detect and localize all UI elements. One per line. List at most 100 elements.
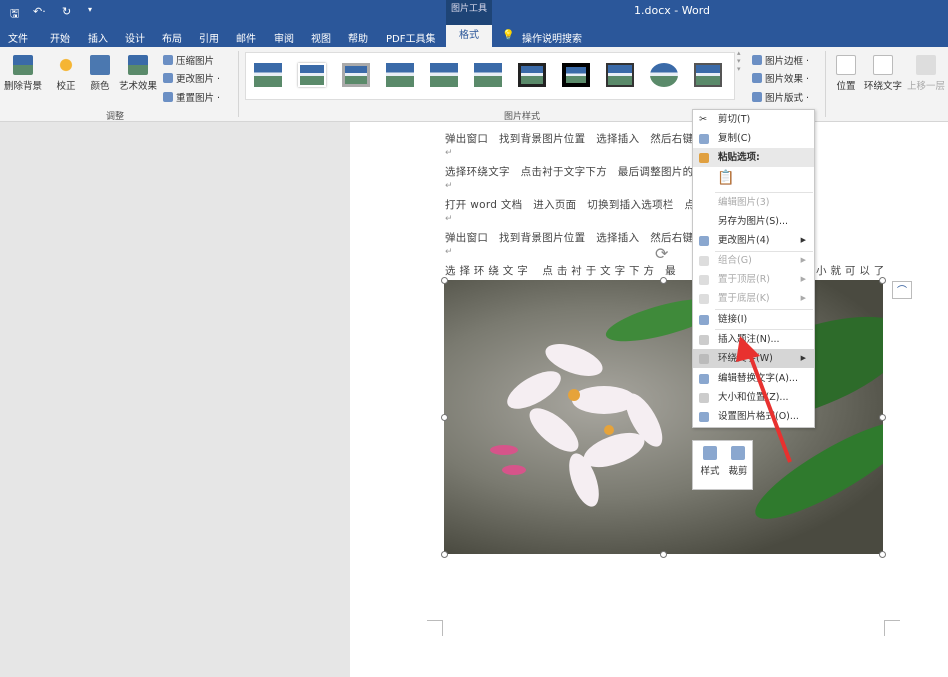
redo-icon[interactable]: ↻: [62, 5, 71, 18]
style-thumb[interactable]: [254, 63, 282, 87]
styles-group-label: 图片样式: [504, 112, 541, 122]
alt-text-icon: [699, 374, 709, 384]
remove-background-label: 删除背景: [3, 81, 42, 92]
resize-handle[interactable]: [441, 551, 448, 558]
mini-style-button[interactable]: 样式: [697, 446, 723, 477]
send-back-icon: [699, 294, 709, 304]
paragraph-mark: ↵: [445, 148, 453, 158]
customize-icon[interactable]: ▾: [88, 5, 92, 14]
tab-format[interactable]: 格式: [446, 25, 492, 47]
style-thumb[interactable]: [298, 63, 326, 87]
menu-label: 环绕文字(W): [718, 353, 773, 364]
picture-border-button[interactable]: 图片边框 ·: [752, 53, 809, 67]
position-icon: [836, 55, 856, 75]
layout-options-button[interactable]: ⌒: [892, 281, 912, 299]
tab-insert[interactable]: 插入: [88, 30, 108, 45]
tab-home[interactable]: 开始: [50, 30, 70, 45]
tab-mailings[interactable]: 邮件: [236, 30, 256, 45]
tab-review[interactable]: 审阅: [274, 30, 294, 45]
doc-line: 打开 word 文档 进入页面 切换到插入选项栏 点: [445, 199, 696, 211]
gallery-scroll[interactable]: ▴ ▾ ▾: [737, 49, 741, 73]
submenu-arrow-icon: ▶: [800, 294, 806, 302]
style-thumb[interactable]: [694, 63, 722, 87]
style-thumb[interactable]: [386, 63, 414, 87]
corrections-label: 校正: [56, 81, 76, 92]
resize-handle[interactable]: [879, 277, 886, 284]
picture-effects-button[interactable]: 图片效果 ·: [752, 71, 809, 85]
remove-background-button[interactable]: 删除背景: [2, 55, 44, 92]
paragraph-mark: ↵: [445, 214, 453, 224]
change-picture-icon: [699, 236, 709, 246]
change-picture-icon: [163, 73, 173, 83]
paste-keep-text-icon[interactable]: 📋: [717, 170, 734, 186]
flower-image[interactable]: [444, 280, 883, 554]
corrections-button[interactable]: 校正: [52, 55, 80, 92]
doc-line: 选 择 环 绕 文 字 点 击 衬 于 文 字 下 方 最: [445, 265, 676, 277]
artistic-effects-icon: [128, 55, 148, 75]
menu-item-group: 组合(G) ▶: [693, 251, 814, 270]
picture-layout-button[interactable]: 图片版式 ·: [752, 90, 809, 104]
artistic-effects-button[interactable]: 艺术效果: [116, 55, 160, 92]
picture-layout-label: 图片版式 ·: [765, 93, 810, 104]
tab-view[interactable]: 视图: [311, 30, 331, 45]
style-thumb[interactable]: [518, 63, 546, 87]
change-picture-button[interactable]: 更改图片 ·: [163, 71, 220, 85]
resize-handle[interactable]: [441, 277, 448, 284]
tab-layout[interactable]: 布局: [162, 30, 182, 45]
resize-handle[interactable]: [879, 551, 886, 558]
effects-icon: [752, 73, 762, 83]
menu-item-insert-caption[interactable]: 插入题注(N)...: [693, 330, 814, 349]
menu-paste-options-header: 粘贴选项:: [693, 148, 814, 167]
save-icon[interactable]: 🖫: [10, 5, 19, 24]
menu-item-wrap-text[interactable]: 环绕文字(W) ▶: [693, 349, 814, 368]
menu-label: 大小和位置(Z)...: [718, 392, 789, 403]
position-button[interactable]: 位置: [833, 55, 859, 92]
tab-file[interactable]: 文件: [8, 30, 28, 45]
menu-item-save-as-picture[interactable]: 另存为图片(S)...: [693, 212, 814, 231]
margin-mark: [427, 620, 443, 636]
reset-picture-label: 重置图片 ·: [176, 93, 221, 104]
lightbulb-icon: 💡: [502, 30, 515, 41]
menu-label: 插入题注(N)...: [718, 334, 780, 345]
style-thumb[interactable]: [650, 63, 678, 87]
resize-handle[interactable]: [441, 414, 448, 421]
caption-icon: [699, 335, 709, 345]
style-thumb[interactable]: [342, 63, 370, 87]
menu-item-copy[interactable]: 复制(C): [693, 129, 814, 148]
reset-picture-button[interactable]: 重置图片 ·: [163, 90, 220, 104]
group-icon: [699, 256, 709, 266]
artistic-effects-label: 艺术效果: [118, 81, 157, 92]
menu-item-edit-alt-text[interactable]: 编辑替换文字(A)...: [693, 369, 814, 388]
picture-layout-icon: [752, 92, 762, 102]
bring-front-icon: [699, 275, 709, 285]
menu-item-cut[interactable]: ✂ 剪切(T): [693, 110, 814, 129]
resize-handle[interactable]: [660, 277, 667, 284]
resize-handle[interactable]: [660, 551, 667, 558]
tell-me-search[interactable]: 操作说明搜索: [522, 30, 582, 45]
bring-forward-button[interactable]: 上移一层: [905, 55, 947, 92]
tab-references[interactable]: 引用: [199, 30, 219, 45]
compress-icon: [163, 55, 173, 65]
tab-help[interactable]: 帮助: [348, 30, 368, 45]
style-thumb[interactable]: [430, 63, 458, 87]
rotate-handle-icon[interactable]: ⟳: [655, 244, 668, 263]
style-thumb[interactable]: [606, 63, 634, 87]
menu-item-format-picture[interactable]: 设置图片格式(O)...: [693, 407, 814, 426]
wrap-text-button[interactable]: 环绕文字: [862, 55, 904, 92]
menu-item-size-position[interactable]: 大小和位置(Z)...: [693, 388, 814, 407]
mini-crop-label: 裁剪: [728, 466, 748, 477]
undo-icon[interactable]: ↶·: [33, 5, 46, 18]
picture-styles-gallery[interactable]: [245, 52, 735, 100]
tab-design[interactable]: 设计: [125, 30, 145, 45]
paragraph-mark: ↵: [445, 181, 453, 191]
style-thumb[interactable]: [562, 63, 590, 87]
compress-pictures-button[interactable]: 压缩图片: [163, 53, 214, 67]
menu-item-change-picture[interactable]: 更改图片(4) ▶: [693, 231, 814, 250]
menu-item-link[interactable]: 链接(I): [693, 310, 814, 329]
color-button[interactable]: 颜色: [86, 55, 114, 92]
mini-crop-button[interactable]: 裁剪: [725, 446, 751, 477]
picture-effects-label: 图片效果 ·: [765, 74, 810, 85]
style-thumb[interactable]: [474, 63, 502, 87]
tab-pdf-tools[interactable]: PDF工具集: [386, 30, 435, 45]
resize-handle[interactable]: [879, 414, 886, 421]
